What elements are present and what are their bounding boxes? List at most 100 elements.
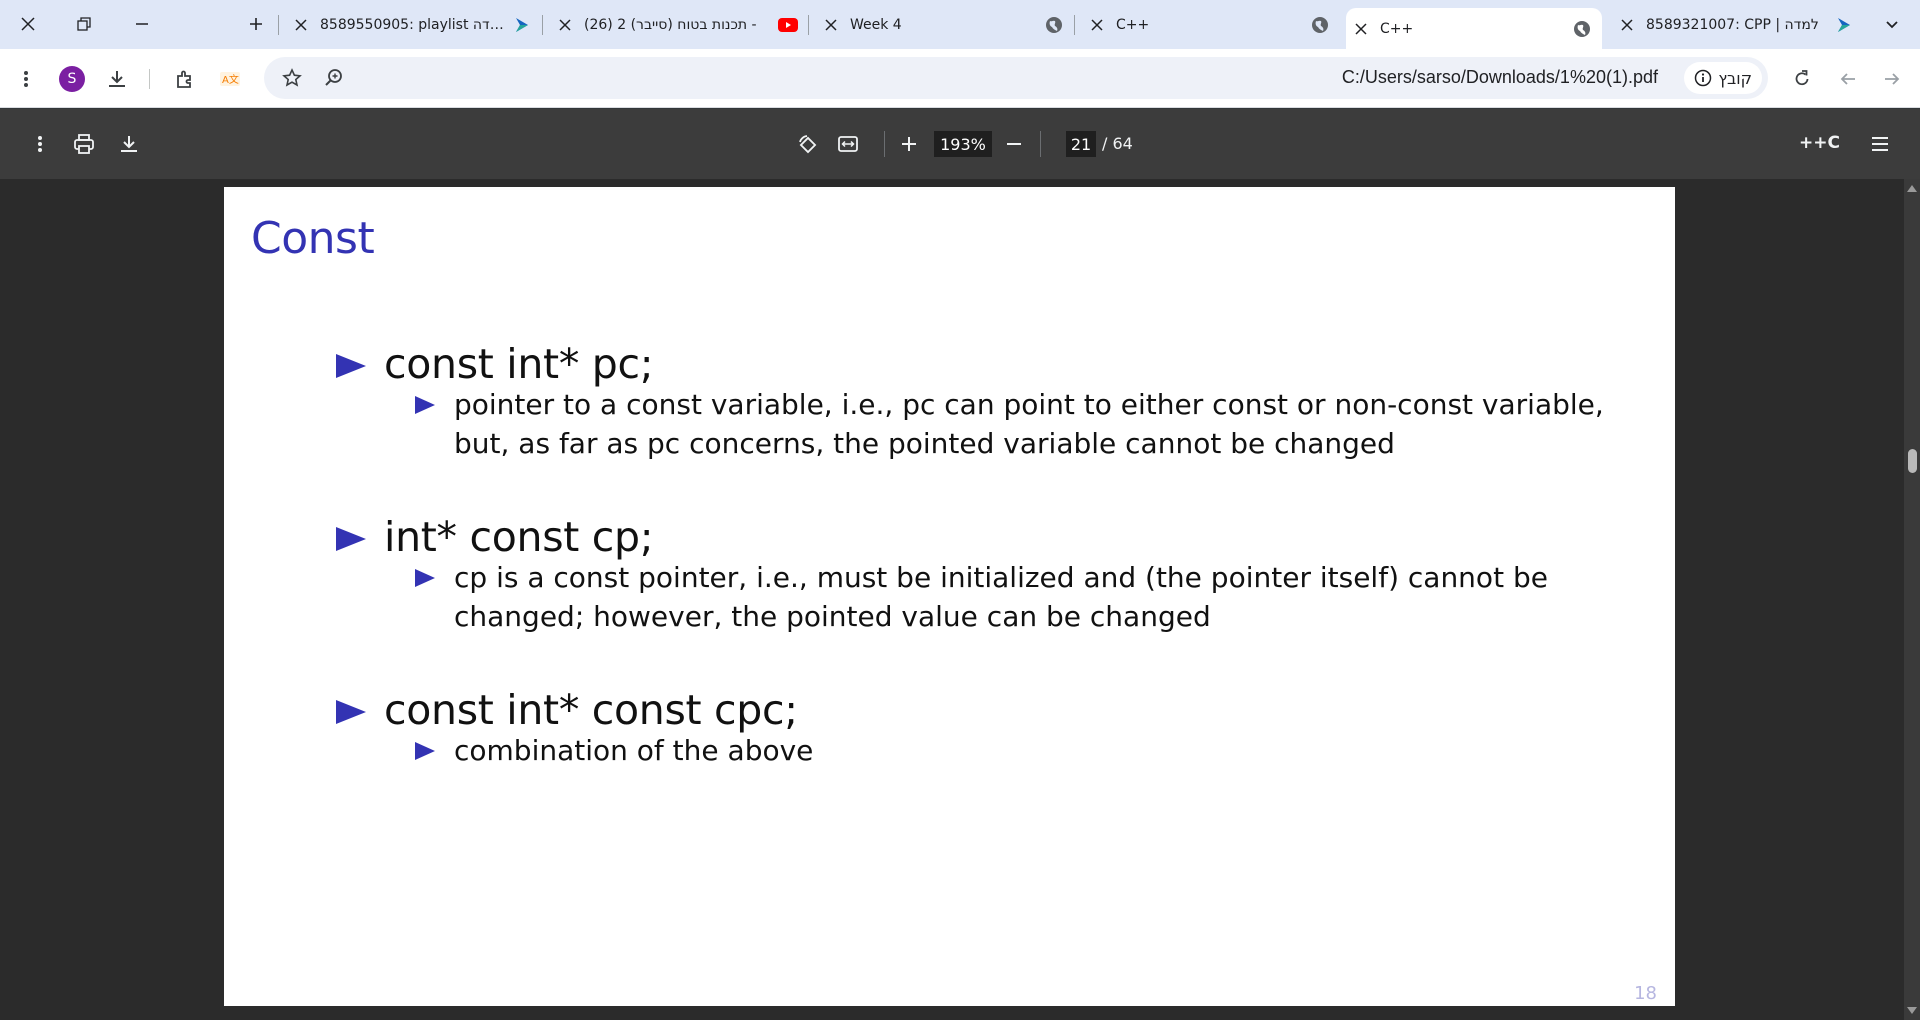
code-declaration: int* const cp; bbox=[384, 513, 654, 561]
code-declaration: const int* pc; bbox=[384, 340, 654, 388]
pdf-download-button[interactable] bbox=[113, 128, 145, 160]
lamda-icon bbox=[1834, 15, 1854, 35]
kebab-menu-icon bbox=[38, 136, 42, 152]
tab-cpp-active[interactable]: C++ bbox=[1346, 8, 1602, 49]
scroll-down-arrow[interactable] bbox=[1907, 1007, 1917, 1014]
puzzle-icon bbox=[177, 70, 191, 88]
tab-close-button[interactable] bbox=[554, 14, 576, 36]
minimize-icon bbox=[136, 23, 148, 25]
tab-youtube[interactable]: (26) תכנות בטוח (סייבר) 2 - bbox=[550, 8, 808, 41]
kebab-menu-icon bbox=[24, 71, 28, 87]
pdf-viewer-area[interactable]: Const const int* pc; pointer to a const … bbox=[0, 179, 1904, 1020]
profile-avatar[interactable]: S bbox=[59, 66, 85, 92]
site-chip-label: קובץ bbox=[1718, 68, 1752, 88]
browser-menu-button[interactable] bbox=[10, 63, 42, 95]
tab-separator bbox=[278, 15, 279, 35]
document-outline-button[interactable] bbox=[1864, 128, 1896, 160]
window-minimize-button[interactable] bbox=[122, 8, 162, 40]
tab-strip: 8589550905: playlist למדה (26) תכנות בטו… bbox=[0, 0, 1920, 49]
tab-lamda-playlist[interactable]: 8589550905: playlist למדה bbox=[286, 8, 542, 41]
close-icon bbox=[559, 18, 571, 31]
bullet-description: cp is a const pointer, i.e., must be ini… bbox=[454, 561, 1548, 633]
viewer-scrollbar[interactable] bbox=[1904, 179, 1920, 1020]
page-total: / 64 bbox=[1102, 134, 1133, 153]
tab-close-button[interactable] bbox=[1086, 14, 1108, 36]
extension-translate-button[interactable]: A文 bbox=[214, 63, 246, 95]
tab-separator bbox=[808, 15, 809, 35]
download-icon bbox=[109, 71, 125, 87]
tab-title: C++ bbox=[1116, 16, 1150, 33]
tab-title: Week 4 bbox=[850, 16, 902, 33]
restore-icon bbox=[77, 17, 91, 31]
tab-title: (26) תכנות בטוח (סייבר) 2 - bbox=[584, 16, 757, 33]
bullet-description: pointer to a const variable, i.e., pc ca… bbox=[454, 388, 1604, 460]
forward-button[interactable] bbox=[1876, 63, 1908, 95]
download-icon bbox=[121, 136, 137, 152]
close-icon bbox=[1621, 18, 1633, 31]
arrow-left-icon bbox=[1840, 73, 1855, 85]
scroll-thumb[interactable] bbox=[1908, 449, 1917, 473]
tab-title: 8589550905: playlist למדה bbox=[320, 16, 506, 33]
document-title-text: C++ bbox=[1799, 133, 1840, 153]
bullet-description: combination of the above bbox=[454, 734, 814, 767]
globe-icon bbox=[1572, 19, 1592, 39]
address-bar[interactable]: C:/Users/sarso/Downloads/1%20(1).pdf קוב… bbox=[264, 57, 1768, 99]
reload-icon bbox=[1795, 70, 1809, 86]
tab-search-button[interactable] bbox=[1872, 8, 1912, 40]
zoom-level-input[interactable]: 193% bbox=[934, 131, 992, 157]
youtube-icon bbox=[778, 15, 798, 35]
svg-text:A文: A文 bbox=[222, 73, 239, 86]
star-icon bbox=[282, 68, 302, 87]
url-text[interactable]: C:/Users/sarso/Downloads/1%20(1).pdf bbox=[1342, 67, 1658, 88]
bullet-triangle-icon bbox=[336, 354, 366, 378]
new-tab-button[interactable] bbox=[244, 12, 268, 36]
pdf-toolbar-divider bbox=[1040, 131, 1041, 157]
lamda-icon bbox=[512, 15, 532, 35]
rotate-button[interactable] bbox=[792, 128, 824, 160]
bullet-triangle-icon bbox=[336, 700, 366, 724]
document-title: C++ bbox=[1799, 133, 1840, 153]
tab-week-4[interactable]: Week 4 bbox=[816, 8, 1074, 41]
scroll-up-arrow[interactable] bbox=[1907, 185, 1917, 192]
zoom-page-button[interactable] bbox=[318, 62, 350, 94]
bookmark-star-button[interactable] bbox=[276, 62, 308, 94]
tab-close-button[interactable] bbox=[820, 14, 842, 36]
window-close-button[interactable] bbox=[8, 8, 48, 40]
site-info-chip[interactable]: קובץ bbox=[1684, 62, 1762, 94]
back-button[interactable] bbox=[1832, 63, 1864, 95]
extensions-button[interactable] bbox=[169, 63, 201, 95]
reload-button[interactable] bbox=[1786, 63, 1818, 95]
downloads-button[interactable] bbox=[101, 63, 133, 95]
slide-title: Const bbox=[251, 213, 375, 264]
print-icon bbox=[74, 134, 94, 154]
minus-icon bbox=[1007, 143, 1021, 145]
translate-extension-icon: A文 bbox=[220, 72, 240, 86]
tab-title: C++ bbox=[1380, 20, 1414, 37]
sub-bullet-triangle-icon bbox=[415, 569, 435, 587]
tab-separator bbox=[542, 15, 543, 35]
slide-page-number: 18 bbox=[1634, 983, 1657, 1004]
tab-close-button[interactable] bbox=[1616, 14, 1638, 36]
tab-lamda-cpp[interactable]: 8589321007: CPP | למדה bbox=[1612, 8, 1864, 41]
pdf-page: Const const int* pc; pointer to a const … bbox=[224, 187, 1675, 1006]
close-icon bbox=[825, 18, 837, 31]
globe-icon bbox=[1044, 15, 1064, 35]
print-button[interactable] bbox=[68, 128, 100, 160]
fit-width-icon bbox=[838, 136, 858, 152]
arrow-right-icon bbox=[1885, 73, 1900, 85]
close-icon bbox=[295, 18, 307, 31]
plus-icon bbox=[250, 18, 262, 30]
pdf-toolbar: 193% 21 / 64 C++ bbox=[0, 109, 1920, 179]
zoom-in-button[interactable] bbox=[893, 128, 925, 160]
chevron-down-icon bbox=[1886, 21, 1898, 29]
page-number-input[interactable]: 21 bbox=[1066, 131, 1096, 157]
fit-to-page-button[interactable] bbox=[832, 128, 864, 160]
tab-cpp[interactable]: C++ bbox=[1082, 8, 1340, 41]
tab-close-button[interactable] bbox=[290, 14, 312, 36]
close-icon bbox=[1355, 22, 1367, 35]
window-restore-button[interactable] bbox=[64, 8, 104, 40]
tab-close-button[interactable] bbox=[1350, 18, 1372, 40]
zoom-out-button[interactable] bbox=[998, 128, 1030, 160]
browser-toolbar: A文 C:/Users/sarso/Downloads/1%20(1).pdf … bbox=[0, 49, 1920, 108]
pdf-more-actions-button[interactable] bbox=[24, 128, 56, 160]
